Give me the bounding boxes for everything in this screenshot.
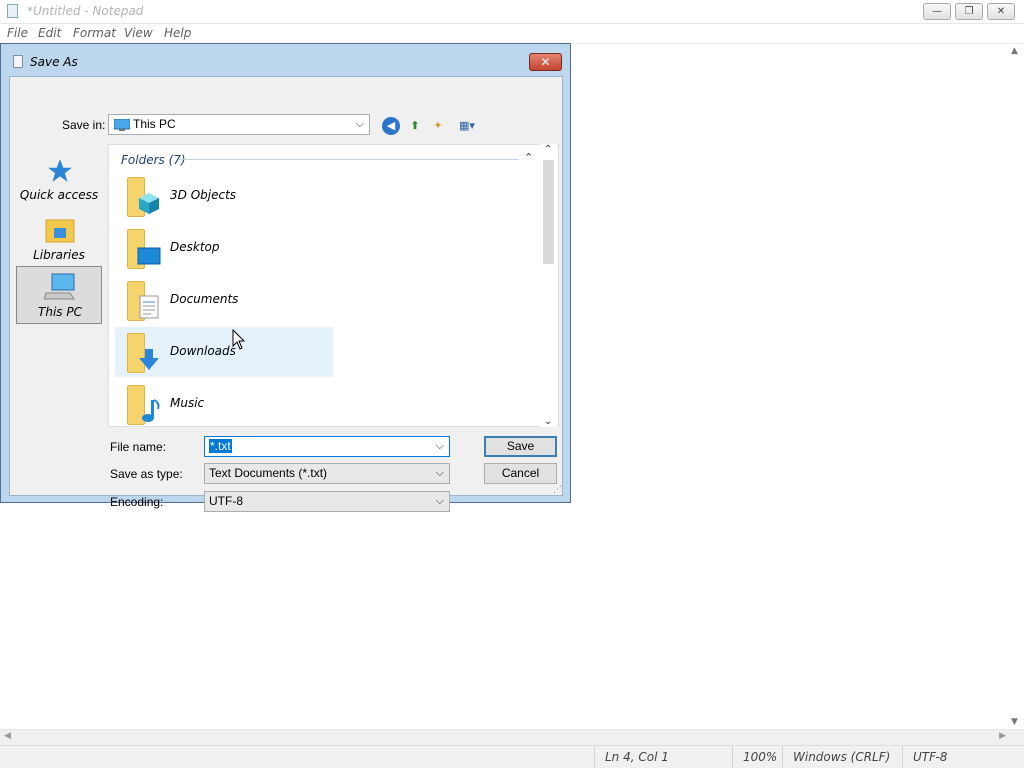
status-encoding: UTF-8 [902,746,1024,768]
notepad-title-bar: *Untitled - Notepad — ❐ ✕ [0,0,1024,24]
place-this-pc[interactable]: This PC [16,266,102,324]
resize-grip-icon[interactable]: ⋰ [553,485,562,495]
encoding-label: Encoding: [110,495,164,509]
menu-view[interactable]: View [124,26,153,40]
editor-vertical-scrollbar[interactable]: ▲ ▼ [1007,44,1024,729]
file-name-value: *.txt [209,439,232,453]
cube-icon [139,193,159,214]
save-button[interactable]: Save [484,436,557,457]
file-name-input[interactable]: *.txt ⌵ [204,436,450,457]
group-header-folders[interactable]: Folders (7) [121,153,186,167]
status-bar: Ln 4, Col 1 100% Windows (CRLF) UTF-8 [0,745,1024,768]
notepad-menu-bar: File Edit Format View Help [0,24,1024,44]
folder-icon [125,229,161,269]
status-zoom: 100% [732,746,782,768]
notepad-app-icon [7,4,18,18]
new-folder-icon[interactable]: ✦ [429,117,447,135]
desktop-icon [137,247,161,265]
status-line-ending: Windows (CRLF) [782,746,902,768]
download-arrow-icon [139,349,159,370]
save-as-type-value: Text Documents (*.txt) [209,466,328,480]
scroll-left-icon[interactable]: ◀ [4,731,11,741]
file-name-label: File name: [110,440,167,454]
folder-item-3d-objects[interactable]: 3D Objects [115,171,333,221]
chevron-down-icon: ⌵ [355,118,364,130]
menu-file[interactable]: File [7,26,28,40]
menu-edit[interactable]: Edit [38,26,61,40]
folder-icon [125,385,161,425]
folder-name: Downloads [170,344,236,358]
folder-item-documents[interactable]: Documents [115,275,333,325]
view-menu-icon[interactable]: ▦▾ [453,117,481,135]
chevron-down-icon: ⌵ [435,495,444,507]
cancel-button[interactable]: Cancel [484,463,557,484]
scroll-up-icon[interactable]: ▲ [1011,46,1018,56]
file-list[interactable]: Folders (7) ⌃ 3D Objects Desktop Documen… [108,144,559,427]
save-in-value: This PC [133,117,176,131]
scroll-up-icon[interactable]: ⌃ [544,144,552,155]
computer-icon [114,119,130,131]
scroll-down-icon[interactable]: ⌄ [544,416,552,427]
save-as-type-label: Save as type: [110,467,183,481]
folder-name: 3D Objects [170,188,237,202]
collapse-chevron-icon[interactable]: ⌃ [524,151,533,164]
place-label: This PC [38,305,82,319]
dialog-title: Save As [30,55,78,69]
place-label: Libraries [33,248,85,262]
close-button[interactable]: ✕ [987,3,1015,20]
encoding-value: UTF-8 [209,494,243,508]
folder-icon [125,281,161,321]
save-as-dialog: Save As ✕ Save in: This PC ⌵ ◀ ⬆ ✦ ▦▾ Qu… [0,43,571,512]
libraries-icon [45,219,75,243]
notepad-doc-icon [13,55,23,68]
scrollbar-thumb[interactable] [543,160,554,264]
places-bar: Quick access Libraries This PC [16,144,104,427]
back-icon[interactable]: ◀ [382,117,400,135]
folder-item-downloads[interactable]: Downloads [115,327,333,377]
scroll-right-icon[interactable]: ▶ [999,731,1006,741]
folder-name: Desktop [170,240,220,254]
music-note-icon [142,399,160,422]
folder-name: Music [170,396,205,410]
folder-icon [125,177,161,217]
place-label: Quick access [19,188,99,202]
group-divider [179,159,519,160]
editor-horizontal-scrollbar[interactable]: ◀ ▶ [0,729,1024,745]
folder-icon [125,333,161,373]
chevron-down-icon: ⌵ [435,467,444,479]
file-list-scrollbar[interactable]: ⌃ ⌄ [540,144,557,427]
minimize-button[interactable]: — [923,3,951,20]
restore-button[interactable]: ❐ [955,3,983,20]
dialog-body: Save in: This PC ⌵ ◀ ⬆ ✦ ▦▾ Quick access [9,76,563,512]
place-quick-access[interactable]: Quick access [16,150,102,208]
folder-item-music[interactable]: Music [115,379,333,429]
folder-item-desktop[interactable]: Desktop [115,223,333,273]
place-libraries[interactable]: Libraries [16,210,102,268]
folder-name: Documents [170,292,239,306]
save-as-type-dropdown[interactable]: Text Documents (*.txt) ⌵ [204,463,450,484]
menu-help[interactable]: Help [164,26,191,40]
chevron-down-icon[interactable]: ⌵ [436,437,444,456]
star-icon [48,159,72,182]
encoding-dropdown[interactable]: UTF-8 ⌵ [204,491,450,512]
up-folder-icon[interactable]: ⬆ [406,117,424,135]
dialog-close-button[interactable]: ✕ [529,53,562,71]
scroll-down-icon[interactable]: ▼ [1011,717,1018,727]
computer-icon [44,273,75,300]
notepad-window-title: *Untitled - Notepad [27,4,144,18]
save-in-label: Save in: [62,118,106,132]
status-cursor-position: Ln 4, Col 1 [594,746,732,768]
document-icon [139,295,159,319]
save-in-dropdown[interactable]: This PC ⌵ [108,114,370,135]
menu-format[interactable]: Format [73,26,116,40]
dialog-title-bar[interactable]: Save As ✕ [1,44,570,77]
mouse-cursor-icon [232,329,246,350]
